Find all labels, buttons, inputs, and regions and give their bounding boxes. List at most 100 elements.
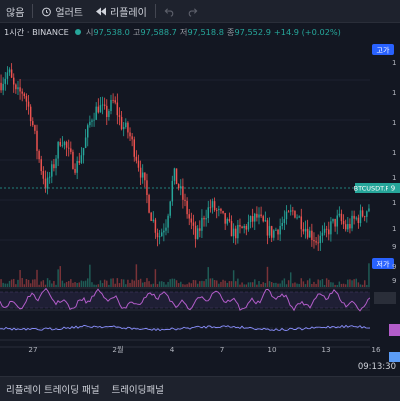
- volume-bar: [317, 279, 319, 287]
- volume-bar: [368, 263, 370, 287]
- volume-bar: [27, 279, 30, 287]
- volume-histogram: [0, 263, 370, 287]
- symbol-title[interactable]: 1시간 · BINANCE: [4, 26, 69, 38]
- replay-label: 리플레이: [110, 7, 147, 19]
- volume-bar: [351, 280, 353, 287]
- top-toolbar: 않음 얼러트 리플레이: [0, 0, 400, 23]
- trading-panel-tab[interactable]: 트레이딩패널: [105, 382, 169, 396]
- volume-bar: [224, 280, 226, 287]
- volume-bar: [334, 284, 336, 287]
- volume-bar: [180, 281, 182, 287]
- volume-bar: [315, 283, 317, 287]
- candle-body: [87, 125, 89, 138]
- volume-bar: [118, 283, 121, 287]
- volume-bar: [141, 282, 144, 287]
- candle-body: [38, 150, 40, 160]
- candle-body: [122, 127, 125, 130]
- candle-body: [285, 211, 288, 220]
- candle-body: [182, 186, 184, 200]
- candle-body: [116, 102, 119, 116]
- volume-bar: [163, 281, 165, 287]
- price-axis-tick: 1: [392, 59, 396, 67]
- volume-bar: [61, 280, 64, 287]
- volume-bar: [361, 284, 364, 287]
- volume-bar: [89, 264, 91, 287]
- volume-bar: [122, 279, 125, 287]
- candle-body: [141, 172, 144, 178]
- volume-bar: [152, 283, 155, 287]
- candle-body: [97, 106, 100, 113]
- candle-body: [177, 184, 180, 189]
- candle-body: [48, 176, 51, 178]
- candle-body: [74, 168, 76, 173]
- volume-bar: [366, 284, 368, 287]
- volume-bar: [120, 279, 123, 287]
- candle-body: [63, 142, 66, 146]
- low-value: 97,518.8: [187, 27, 224, 37]
- candle-body: [65, 142, 68, 148]
- volume-bar: [201, 280, 203, 287]
- volume-bar: [36, 269, 38, 287]
- candle-body: [298, 216, 300, 218]
- redo-button[interactable]: [181, 0, 204, 22]
- oscillator2-value-tag: [389, 352, 400, 362]
- volume-bar: [306, 280, 309, 287]
- replay-trading-panel-tab[interactable]: 리플레이 트레이딩 패널: [0, 382, 105, 396]
- high-price-tag-text: 고가: [377, 46, 390, 55]
- volume-bar: [194, 280, 197, 287]
- replay-button[interactable]: 리플레이: [89, 0, 153, 22]
- volume-bar: [273, 283, 275, 287]
- candle-body: [300, 216, 303, 230]
- volume-bar: [108, 284, 110, 287]
- price-axis-tick: 1: [392, 225, 396, 233]
- pane-button[interactable]: [374, 292, 396, 304]
- volume-bar: [82, 281, 85, 287]
- volume-bar: [190, 283, 193, 287]
- volume-bar: [228, 281, 231, 287]
- candle-body: [211, 201, 214, 208]
- candle-body: [340, 213, 343, 222]
- candle-body: [129, 132, 131, 137]
- volume-bar: [8, 280, 11, 287]
- candle-body: [347, 224, 349, 230]
- volume-bar: [150, 284, 152, 287]
- volume-bar: [336, 284, 338, 287]
- volume-bar: [237, 278, 239, 287]
- price-chart[interactable]: 고가 저가 BTCUSDT.P 9 1 1 1 1 1 1 1 9 9 9 27 2월 4 7 10 13 1…: [0, 40, 400, 376]
- candle-body: [213, 201, 216, 211]
- time-axis[interactable]: 27 2월 4 7 10 13 16: [28, 345, 381, 354]
- candle-body: [150, 212, 152, 221]
- volume-bar: [74, 282, 76, 287]
- candle-body: [368, 208, 370, 212]
- candle-body: [344, 224, 347, 230]
- volume-bar: [342, 283, 345, 287]
- candle-body: [203, 217, 205, 220]
- candle-body: [61, 145, 64, 146]
- volume-bar: [29, 283, 32, 287]
- candle-body: [342, 221, 345, 225]
- volume-bar: [332, 282, 334, 287]
- volume-bar: [203, 281, 205, 287]
- volume-bar: [207, 267, 209, 287]
- alarm-clock-icon: [42, 7, 52, 16]
- oscillator-value-tag: [389, 324, 400, 336]
- volume-bar: [251, 282, 254, 287]
- candle-body: [239, 224, 241, 227]
- candle-body: [222, 210, 224, 214]
- candle-body: [366, 211, 368, 217]
- candle-body: [131, 136, 133, 140]
- candle-body: [190, 218, 193, 223]
- candle-body: [84, 137, 87, 148]
- chart-type-toggle[interactable]: 않음: [0, 0, 30, 22]
- volume-bar: [323, 284, 326, 287]
- volume-bar: [139, 278, 142, 287]
- volume-bar: [281, 280, 283, 287]
- alert-button[interactable]: 얼러트: [35, 0, 89, 22]
- time-axis-label: 13: [321, 345, 330, 354]
- undo-button[interactable]: [158, 0, 181, 22]
- candle-body: [25, 96, 28, 102]
- candle-body: [230, 221, 233, 237]
- candle-body: [283, 219, 286, 223]
- ohlc-legend: 1시간 · BINANCE 시 97,538.0 고 97,588.7 저 97…: [0, 24, 400, 40]
- candle-body: [10, 69, 13, 78]
